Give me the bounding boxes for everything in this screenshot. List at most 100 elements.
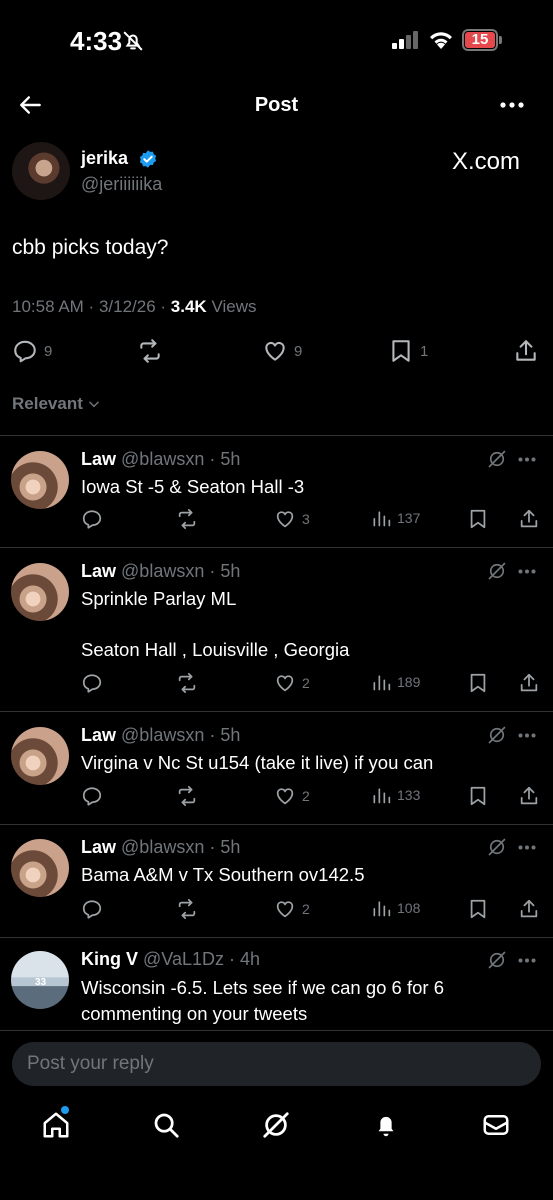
reply-more-icon[interactable] (518, 845, 536, 850)
grok-icon[interactable] (487, 561, 507, 581)
reply-share-button[interactable] (518, 672, 540, 694)
reply-button[interactable]: 9 (12, 338, 52, 364)
reply-more-icon[interactable] (518, 958, 536, 963)
reply-author-handle[interactable]: @blawsxn (121, 725, 204, 745)
reply-repost-button[interactable] (176, 672, 198, 694)
verified-badge-icon (138, 149, 158, 169)
notifications-icon (378, 1116, 394, 1137)
reply-author-handle[interactable]: @VaL1Dz (143, 949, 224, 969)
more-options-icon[interactable] (500, 102, 524, 108)
home-icon (43, 1112, 69, 1138)
reply-bookmark-button[interactable] (467, 898, 489, 920)
reply-comment-button[interactable] (81, 672, 103, 694)
reply-more-icon[interactable] (518, 733, 536, 738)
reply-item[interactable]: King V @VaL1Dz · 4h Wisconsin -6.5. Lets… (0, 938, 553, 1030)
reply-views-button[interactable]: 137 (371, 508, 420, 528)
reply-item[interactable]: Law @blawsxn · 5h Bama A&M v Tx Southern… (0, 825, 553, 937)
like-count: 9 (294, 342, 303, 360)
reply-text: Virgina v Nc St u154 (take it live) if y… (81, 752, 434, 773)
bookmark-icon (392, 340, 410, 362)
reply-repost-button[interactable] (176, 785, 198, 807)
sort-label: Relevant (12, 394, 83, 413)
reply-text-line1: Wisconsin -6.5. Lets see if we can go 6 … (81, 977, 444, 998)
tab-home[interactable] (41, 1110, 71, 1140)
reply-item[interactable]: Law @blawsxn · 5h Iowa St -5 & Seaton Ha… (0, 436, 553, 548)
reply-more-icon[interactable] (518, 457, 536, 462)
reply-bookmark-button[interactable] (467, 785, 489, 807)
page-title: Post (254, 94, 299, 116)
grok-icon[interactable] (487, 725, 507, 745)
reply-item[interactable]: Law @blawsxn · 5h Virgina v Nc St u154 (… (0, 712, 553, 824)
share-icon (520, 786, 538, 805)
reply-share-button[interactable] (518, 508, 540, 530)
reply-text-line1: Sprinkle Parlay ML (81, 588, 237, 609)
reply-view-count: 189 (397, 674, 421, 690)
battery-level: 15 (471, 31, 489, 48)
reply-repost-button[interactable] (176, 898, 198, 920)
reply-author-handle[interactable]: @blawsxn (121, 837, 204, 857)
x-com-brand: X.com (452, 148, 521, 175)
reply-repost-button[interactable] (176, 508, 198, 530)
reply-author-name[interactable]: Law (81, 837, 116, 857)
reply-avatar[interactable] (11, 451, 69, 509)
reply-comment-button[interactable] (81, 785, 103, 807)
repost-icon (140, 339, 160, 363)
reply-bookmark-button[interactable] (467, 508, 489, 530)
reply-author-handle[interactable]: @blawsxn (121, 449, 204, 469)
reply-bookmark-button[interactable] (467, 672, 489, 694)
status-time: 4:33 (70, 26, 123, 56)
share-button[interactable] (513, 338, 539, 364)
reply-share-button[interactable] (518, 785, 540, 807)
reply-author-name[interactable]: King V (81, 949, 138, 969)
reply-comment-button[interactable] (81, 898, 103, 920)
reply-like-count: 2 (302, 675, 310, 691)
heart-icon (265, 341, 285, 361)
share-icon (516, 340, 536, 361)
repost-icon (178, 508, 196, 530)
grok-icon[interactable] (487, 950, 507, 970)
reply-header: Law @blawsxn · 5h (81, 837, 241, 857)
repost-button[interactable] (136, 338, 164, 364)
reply-avatar[interactable] (11, 563, 69, 621)
comment-icon (14, 340, 36, 363)
tab-grok[interactable] (261, 1110, 291, 1140)
author-name[interactable]: jerika (81, 148, 128, 169)
reply-views-button[interactable]: 108 (371, 898, 420, 918)
reply-author-name[interactable]: Law (81, 449, 116, 469)
reply-author-name[interactable]: Law (81, 561, 116, 581)
post-time: 10:58 AM (12, 297, 84, 316)
author-handle[interactable]: @jeriiiiiika (81, 174, 162, 195)
tab-search[interactable] (151, 1110, 181, 1140)
share-icon (520, 673, 538, 692)
reply-comment-button[interactable] (81, 508, 103, 530)
reply-age: 5h (220, 561, 241, 581)
reply-share-button[interactable] (518, 898, 540, 920)
reply-item[interactable]: Law @blawsxn · 5h Sprinkle Parlay ML Sea… (0, 548, 553, 711)
like-button[interactable]: 9 (262, 338, 302, 364)
bookmark-button[interactable]: 1 (388, 338, 428, 364)
reply-like-button[interactable]: 2 (274, 672, 310, 694)
tab-notifications[interactable] (371, 1110, 401, 1140)
reply-views-button[interactable]: 189 (371, 672, 420, 692)
reply-text-line2: Seaton Hall , Louisville , Georgia (81, 639, 350, 660)
reply-avatar[interactable] (11, 839, 69, 897)
reply-avatar[interactable] (11, 951, 69, 1009)
author-avatar[interactable] (12, 142, 70, 200)
grok-icon[interactable] (487, 837, 507, 857)
reply-author-name[interactable]: Law (81, 725, 116, 745)
tab-messages[interactable] (481, 1110, 511, 1140)
sort-selector[interactable]: Relevant (12, 394, 101, 414)
grok-icon[interactable] (487, 449, 507, 469)
reply-count: 9 (44, 342, 53, 360)
reply-like-button[interactable]: 3 (274, 508, 310, 530)
reply-like-button[interactable]: 2 (274, 898, 310, 920)
reply-avatar[interactable] (11, 727, 69, 785)
reply-like-button[interactable]: 2 (274, 785, 310, 807)
reply-more-icon[interactable] (518, 569, 536, 574)
reply-like-count: 2 (302, 788, 310, 804)
reply-views-button[interactable]: 133 (371, 785, 420, 805)
reply-header: Law @blawsxn · 5h (81, 561, 241, 581)
reply-age: 4h (240, 949, 261, 969)
repost-icon (178, 785, 196, 807)
reply-author-handle[interactable]: @blawsxn (121, 561, 204, 581)
